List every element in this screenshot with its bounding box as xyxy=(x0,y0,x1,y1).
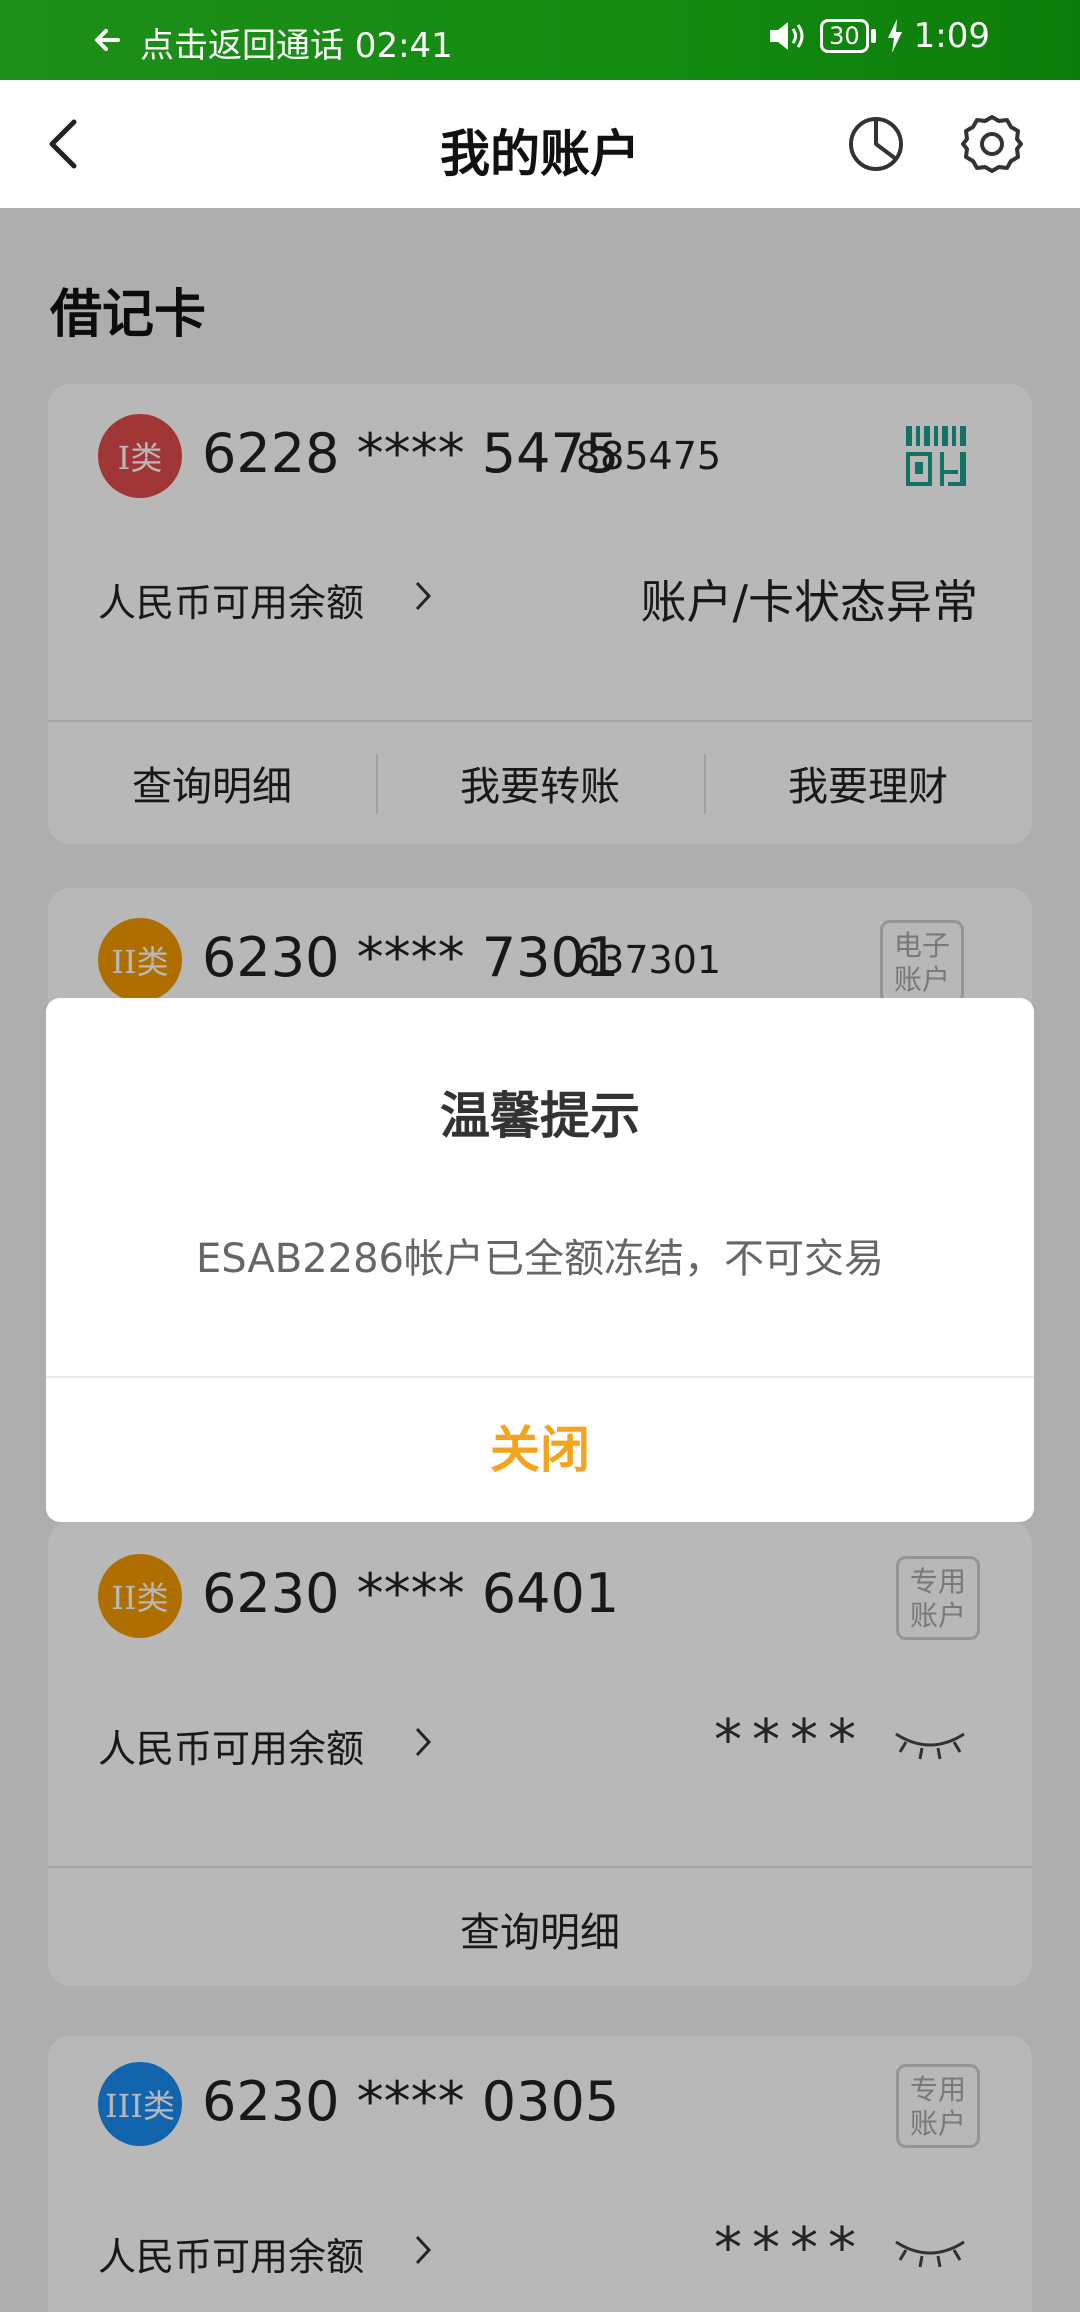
dialog-title: 温馨提示 xyxy=(440,1087,640,1145)
clock: 1:09 xyxy=(913,16,990,56)
pie-chart-icon[interactable] xyxy=(846,114,906,174)
close-button[interactable]: 关闭 xyxy=(46,1378,1034,1522)
settings-gear-icon[interactable] xyxy=(960,112,1024,176)
status-bar: 点击返回通话 02:41 30 1:09 xyxy=(0,0,1080,80)
battery-icon: 30 xyxy=(820,19,876,53)
alert-dialog: 温馨提示 ESAB2286帐户已全额冻结，不可交易 关闭 xyxy=(46,998,1034,1522)
status-indicators: 30 1:09 xyxy=(766,16,990,56)
nav-bar: 我的账户 xyxy=(0,80,1080,208)
page-title: 我的账户 xyxy=(440,125,640,183)
battery-level: 30 xyxy=(820,19,869,53)
charging-icon xyxy=(887,19,902,53)
volume-icon xyxy=(770,22,804,50)
back-arrow-icon[interactable] xyxy=(88,20,128,60)
return-to-call-text[interactable]: 点击返回通话 02:41 xyxy=(140,18,453,67)
dialog-message: ESAB2286帐户已全额冻结，不可交易 xyxy=(195,1236,884,1282)
